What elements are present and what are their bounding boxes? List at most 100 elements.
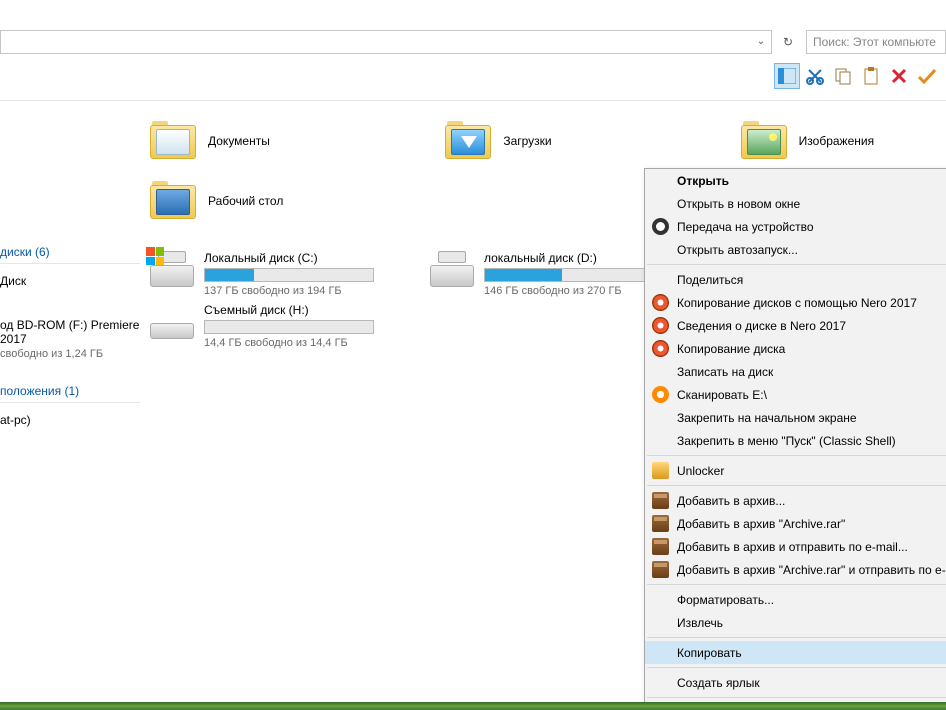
ctx-eject[interactable]: Извлечь [645,611,946,634]
ctx-rar-named-email[interactable]: Добавить в архив "Archive.rar" и отправи… [645,558,946,581]
ctx-rar-add-named[interactable]: Добавить в архив "Archive.rar" [645,512,946,535]
ctx-label: Копирование диска [677,342,785,356]
ctx-separator [647,697,946,698]
action-toolbar [774,60,940,92]
drive-d[interactable]: локальный диск (D:) 146 ГБ свободно из 2… [430,251,680,297]
clipboard-icon [862,67,880,85]
drive-c[interactable]: Локальный диск (C:) 137 ГБ свободно из 1… [150,251,400,297]
ctx-separator [647,455,946,456]
ctx-rar-email[interactable]: Добавить в архив и отправить по e-mail..… [645,535,946,558]
avast-icon [652,386,669,403]
ctx-open-new-window[interactable]: Открыть в новом окне [645,192,946,215]
ctx-copy-disc[interactable]: Копирование диска [645,337,946,360]
folder-icon [741,121,789,161]
folder-documents[interactable]: Документы [150,115,355,167]
drive-sub: 14,4 ГБ свободно из 14,4 ГБ [204,337,400,349]
cast-icon [652,218,669,235]
ctx-label: Открыть в новом окне [677,197,800,211]
ctx-label: Добавить в архив и отправить по e-mail..… [677,540,908,554]
nero-icon [652,340,669,357]
drive-usage-fill [205,269,254,281]
preview-pane-button[interactable] [774,63,800,89]
check-icon [917,67,937,85]
sidebar-item-atpc[interactable]: at-pc) [0,409,140,431]
sidebar-item-bdrom-line1: од BD-ROM (F:) Premiere [0,318,140,332]
ctx-label: Форматировать... [677,593,774,607]
ctx-label: Закрепить на начальном экране [677,411,857,425]
drive-label: Съемный диск (H:) [204,303,400,317]
ctx-label: Добавить в архив "Archive.rar" и отправи… [677,563,946,577]
folder-label: Документы [208,134,270,148]
ctx-share[interactable]: Поделиться [645,268,946,291]
ctx-label: Записать на диск [677,365,773,379]
refresh-button[interactable]: ↻ [776,30,800,54]
folder-pictures[interactable]: Изображения [741,115,946,167]
ctx-nero-info[interactable]: Сведения о диске в Nero 2017 [645,314,946,337]
ctx-label: Передача на устройство [677,220,814,234]
ctx-label: Сканировать E:\ [677,388,767,402]
folder-downloads[interactable]: Загрузки [445,115,650,167]
header-divider [0,100,946,101]
folder-icon [150,121,198,161]
paste-button[interactable] [858,63,884,89]
group-header-drives: диски (6) [0,239,140,264]
rename-button[interactable] [914,63,940,89]
ctx-label: Закрепить в меню "Пуск" (Classic Shell) [677,434,896,448]
nero-icon [652,317,669,334]
ctx-open-autorun[interactable]: Открыть автозапуск... [645,238,946,261]
ctx-separator [647,584,946,585]
ctx-label: Добавить в архив... [677,494,785,508]
winrar-icon [652,561,669,578]
ctx-label: Unlocker [677,464,724,478]
nero-icon [652,294,669,311]
winrar-icon [652,515,669,532]
ctx-nero-copy[interactable]: Копирование дисков с помощью Nero 2017 [645,291,946,314]
ctx-label: Открыть автозапуск... [677,243,798,257]
cut-button[interactable] [802,63,828,89]
ctx-label: Копировать [677,646,742,660]
ctx-label: Копирование дисков с помощью Nero 2017 [677,296,917,310]
address-dropdown-icon[interactable]: ⌄ [753,34,769,50]
sidebar-item-bdrom-sub: свободно из 1,24 ГБ [0,346,140,360]
copy-button[interactable] [830,63,856,89]
drive-icon [150,303,194,339]
ctx-separator [647,637,946,638]
taskbar-sliver [0,702,946,710]
ctx-rar-add[interactable]: Добавить в архив... [645,489,946,512]
winrar-icon [652,538,669,555]
ctx-label: Сведения о диске в Nero 2017 [677,319,846,333]
ctx-label: Открыть [677,174,729,188]
delete-x-icon [890,67,908,85]
ctx-scan-avast[interactable]: Сканировать E:\ [645,383,946,406]
winrar-icon [652,492,669,509]
folder-label: Загрузки [503,134,551,148]
ctx-label: Добавить в архив "Archive.rar" [677,517,845,531]
drive-icon [150,251,194,287]
ctx-unlocker[interactable]: Unlocker [645,459,946,482]
delete-button[interactable] [886,63,912,89]
ctx-label: Создать ярлык [677,676,760,690]
ctx-label: Поделиться [677,273,743,287]
sidebar-item-bdrom[interactable]: од BD-ROM (F:) Premiere 2017 свободно из… [0,314,140,364]
ctx-burn-to-disc[interactable]: Записать на диск [645,360,946,383]
ctx-format[interactable]: Форматировать... [645,588,946,611]
ctx-separator [647,667,946,668]
ctx-pin-start[interactable]: Закрепить на начальном экране [645,406,946,429]
folder-label: Рабочий стол [208,194,283,208]
folder-desktop[interactable]: Рабочий стол [150,175,370,227]
context-menu: Открыть Открыть в новом окне Передача на… [644,168,946,710]
ctx-pin-classic-shell[interactable]: Закрепить в меню "Пуск" (Classic Shell) [645,429,946,452]
address-bar[interactable]: ⌄ [0,30,772,54]
search-input[interactable]: Поиск: Этот компьюте [806,30,946,54]
sidebar-item-disk[interactable]: Диск [0,270,140,292]
drive-usage-bar [484,268,654,282]
drive-icon [430,251,474,287]
drive-h[interactable]: Съемный диск (H:) 14,4 ГБ свободно из 14… [150,303,400,349]
folder-icon [150,181,198,221]
ctx-create-shortcut[interactable]: Создать ярлык [645,671,946,694]
scissors-icon [806,67,824,85]
ctx-copy[interactable]: Копировать [645,641,946,664]
ctx-open[interactable]: Открыть [645,169,946,192]
search-placeholder: Поиск: Этот компьюте [813,35,936,49]
ctx-cast-to-device[interactable]: Передача на устройство [645,215,946,238]
